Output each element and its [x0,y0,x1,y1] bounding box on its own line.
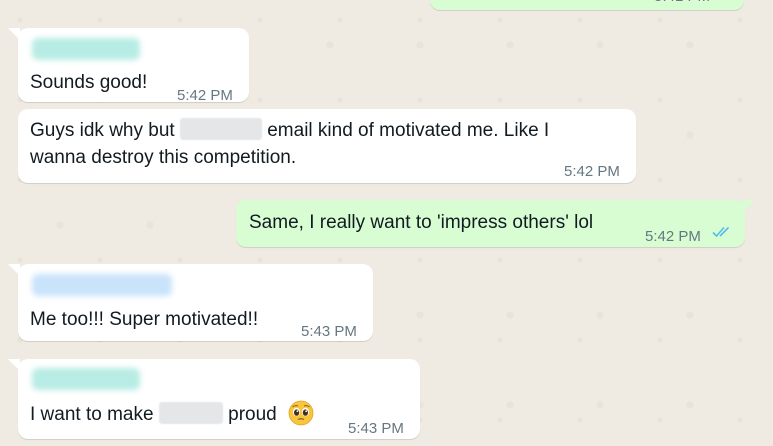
message-time: 5:43 PM [301,323,357,340]
outgoing-message[interactable]: Same, I really want to 'impress others' … [236,200,755,247]
outgoing-message-partial[interactable]: 5:41 PM [430,0,744,10]
message-text: I want to make proud [30,400,314,428]
message-time: 5:43 PM [348,420,404,437]
incoming-message[interactable]: Guys idk why but email kind of motivated… [18,109,636,183]
sender-name-redacted [32,274,172,296]
message-text: Me too!!! Super motivated!! [30,309,259,330]
pleading-face-emoji [288,400,314,426]
sender-name-redacted [32,368,140,390]
message-time: 5:42 PM [645,228,701,245]
message-time: 5:42 PM [564,163,620,180]
sender-name-redacted [32,38,140,60]
incoming-message[interactable]: Me too!!! Super motivated!! 5:43 PM [8,264,373,341]
message-text: Same, I really want to 'impress others' … [249,212,594,233]
read-ticks-icon [712,226,730,238]
message-text-line2: wanna destroy this competition. [30,147,297,168]
message-text: Sounds good! [30,72,148,93]
message-text-line1: Guys idk why but email kind of motivated… [30,118,550,141]
redacted-name [158,402,223,424]
redacted-name [179,118,262,140]
message-time-partial: 5:41 PM [654,0,710,10]
message-time: 5:42 PM [177,87,233,104]
incoming-message[interactable]: I want to make proud 5:43 PM [8,359,420,439]
incoming-message[interactable]: Sounds good! 5:42 PM [8,28,249,104]
